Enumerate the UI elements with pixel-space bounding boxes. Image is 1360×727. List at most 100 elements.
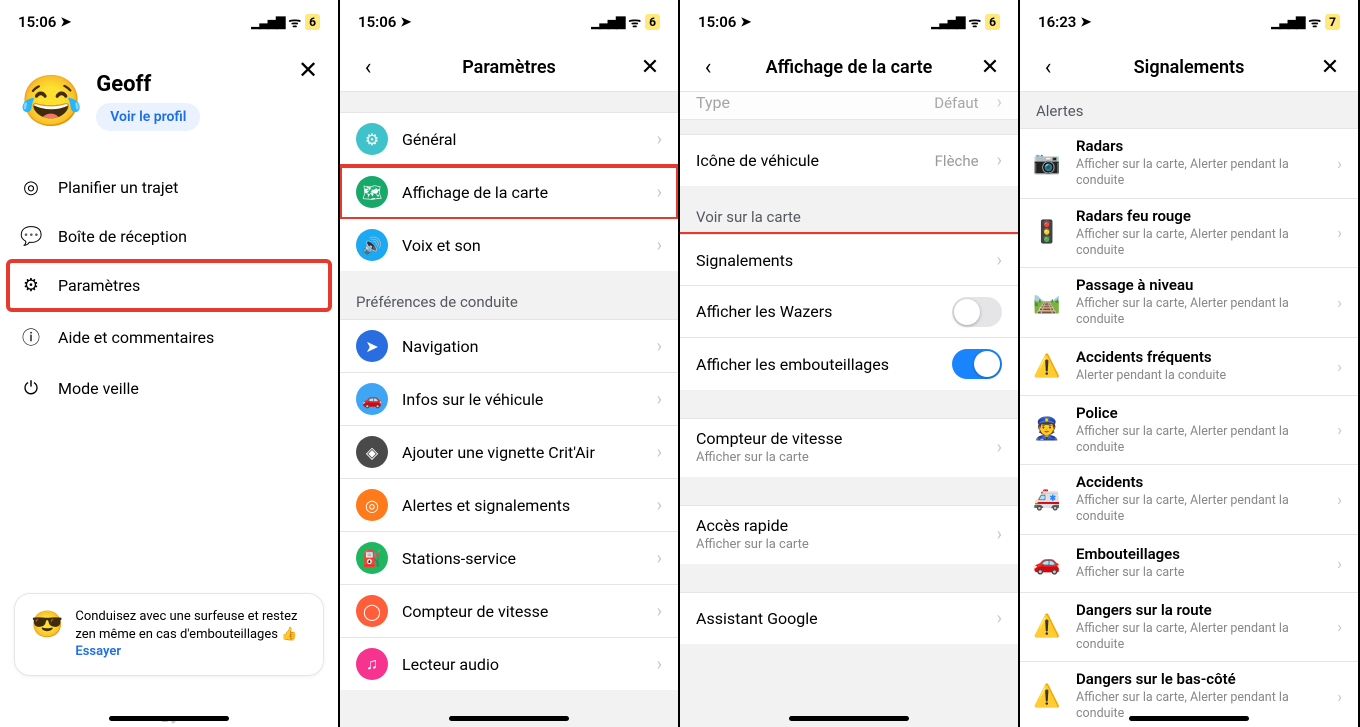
home-indicator[interactable] — [1129, 716, 1249, 721]
settings-icon: ⚙ — [20, 275, 42, 296]
chevron-right-icon: › — [657, 129, 662, 150]
row-voice-sound[interactable]: 🔊 Voix et son › — [340, 219, 678, 271]
signal-icon: ▁▃▅▇ — [251, 15, 284, 29]
menu-sleep-mode[interactable]: ⏻ Mode veille — [0, 364, 338, 413]
row-critair[interactable]: ◈ Ajouter une vignette Crit'Air › — [340, 426, 678, 479]
toggle-show-wazers[interactable] — [952, 297, 1002, 327]
close-button[interactable]: ✕ — [294, 56, 322, 84]
chevron-right-icon: › — [657, 336, 662, 357]
row-quick-access[interactable]: Accès rapide Afficher sur la carte › — [680, 505, 1018, 564]
row-vehicle-info[interactable]: 🚗 Infos sur le véhicule › — [340, 373, 678, 426]
row-label: Compteur de vitesse — [402, 602, 643, 621]
car-icon: 🚗 — [356, 383, 388, 415]
signal-icon: ▁▃▅▇ — [1271, 15, 1304, 29]
chevron-right-icon: › — [657, 654, 662, 675]
location-icon: ➤ — [60, 15, 71, 30]
row-general[interactable]: ⚙ Général › — [340, 112, 678, 166]
menu-plan-trip[interactable]: ◎ Planifier un trajet — [0, 163, 338, 212]
row-label: Afficher les embouteillages — [696, 355, 938, 374]
fuel-icon: ⛽ — [356, 542, 388, 574]
row-map-type[interactable]: Type Défaut › — [680, 92, 1018, 120]
chevron-right-icon: › — [657, 235, 662, 256]
row-assistant-google[interactable]: Assistant Google › — [680, 592, 1018, 644]
status-bar: 15:06 ➤ ▁▃▅▇ ᯤ 6 — [680, 0, 1018, 44]
toggle-show-traffic[interactable] — [952, 349, 1002, 379]
row-passage-niveau[interactable]: 🛤️ Passage à niveauAfficher sur la carte… — [1020, 268, 1358, 338]
row-navigation[interactable]: ➤ Navigation › — [340, 319, 678, 373]
nav-row: ‹ Signalements ✕ — [1020, 44, 1358, 92]
menu-help[interactable]: ⓘ Aide et commentaires — [0, 310, 338, 364]
chevron-right-icon: › — [1337, 420, 1342, 439]
row-label: Icône de véhicule — [696, 151, 921, 170]
home-indicator[interactable] — [449, 716, 569, 721]
traffic-jam-icon: 🚗 — [1032, 548, 1062, 578]
chevron-right-icon: › — [1337, 490, 1342, 509]
chevron-right-icon: › — [997, 92, 1002, 113]
row-label: Assistant Google — [696, 609, 983, 628]
row-fuel-stations[interactable]: ⛽ Stations-service › — [340, 532, 678, 585]
screen-reports-alerts: 16:23 ➤ ▁▃▅▇ ᯤ 7 ‹ Signalements ✕ Alerte… — [1020, 0, 1360, 727]
menu-settings[interactable]: ⚙ Paramètres — [8, 261, 330, 310]
traffic-light-icon: 🚦 — [1032, 218, 1062, 248]
chevron-right-icon: › — [1337, 154, 1342, 173]
menu-inbox[interactable]: 💬 Boîte de réception — [0, 212, 338, 261]
row-alerts[interactable]: ◎ Alertes et signalements › — [340, 479, 678, 532]
back-button[interactable]: ‹ — [1034, 54, 1062, 82]
row-map-display[interactable]: 🗺 Affichage de la carte › — [340, 166, 678, 219]
promo-try-link[interactable]: Essayer — [75, 644, 121, 659]
row-label: Radars feu rouge — [1076, 207, 1323, 225]
row-audio-player[interactable]: ♫ Lecteur audio › — [340, 638, 678, 690]
row-value: Flèche — [935, 152, 979, 170]
profile-block: 😂 Geoff Voir le profil — [0, 44, 338, 149]
close-button[interactable]: ✕ — [636, 54, 664, 82]
close-button[interactable]: ✕ — [976, 54, 1004, 82]
page-title: Affichage de la carte — [766, 57, 933, 78]
row-label: Accès rapide — [696, 516, 983, 535]
chevron-right-icon: › — [997, 437, 1002, 458]
row-speedometer[interactable]: Compteur de vitesse Afficher sur la cart… — [680, 418, 1018, 477]
row-radars[interactable]: 📷 RadarsAfficher sur la carte, Alerter p… — [1020, 128, 1358, 199]
profile-name: Geoff — [96, 72, 200, 97]
location-icon: ➤ — [400, 15, 411, 30]
chevron-right-icon: › — [657, 182, 662, 203]
menu-label: Planifier un trajet — [58, 178, 178, 197]
chevron-right-icon: › — [997, 150, 1002, 171]
row-speedometer[interactable]: ◯ Compteur de vitesse › — [340, 585, 678, 638]
back-button[interactable]: ‹ — [354, 54, 382, 82]
chevron-right-icon: › — [1337, 554, 1342, 573]
row-label: Accidents fréquents — [1076, 348, 1323, 366]
row-dangers-route[interactable]: ⚠️ Dangers sur la routeAfficher sur la c… — [1020, 593, 1358, 663]
row-reports[interactable]: Signalements › — [680, 234, 1018, 286]
row-show-traffic[interactable]: Afficher les embouteillages — [680, 338, 1018, 390]
view-profile-button[interactable]: Voir le profil — [96, 103, 200, 131]
back-button[interactable]: ‹ — [694, 54, 722, 82]
chevron-right-icon: › — [1337, 223, 1342, 242]
music-icon: ♫ — [356, 648, 388, 680]
row-accidents-frequents[interactable]: ⚠️ Accidents fréquentsAlerter pendant la… — [1020, 338, 1358, 396]
home-indicator[interactable] — [109, 716, 229, 721]
row-police[interactable]: 👮 PoliceAfficher sur la carte, Alerter p… — [1020, 396, 1358, 466]
row-vehicle-icon[interactable]: Icône de véhicule Flèche › — [680, 134, 1018, 186]
promo-emoji: 😎 — [31, 608, 63, 643]
row-accidents[interactable]: 🚑 AccidentsAfficher sur la carte, Alerte… — [1020, 465, 1358, 535]
row-show-wazers[interactable]: Afficher les Wazers — [680, 286, 1018, 338]
close-button[interactable]: ✕ — [1316, 54, 1344, 82]
row-sub: Alerter pendant la conduite — [1076, 368, 1323, 384]
chevron-right-icon: › — [657, 601, 662, 622]
home-indicator[interactable] — [789, 716, 909, 721]
location-icon: ➤ — [740, 15, 751, 30]
row-radars-feu-rouge[interactable]: 🚦 Radars feu rougeAfficher sur la carte,… — [1020, 199, 1358, 269]
signal-icon: ▁▃▅▇ — [591, 15, 624, 29]
navigation-icon: ➤ — [356, 330, 388, 362]
chevron-right-icon: › — [657, 548, 662, 569]
promo-card[interactable]: 😎 Conduisez avec une surfeuse et restez … — [14, 593, 324, 676]
railroad-icon: 🛤️ — [1032, 287, 1062, 317]
row-embouteillages[interactable]: 🚗 EmbouteillagesAfficher sur la carte › — [1020, 535, 1358, 593]
alert-icon: ◎ — [356, 489, 388, 521]
radar-icon: 📷 — [1032, 148, 1062, 178]
row-label: Alertes et signalements — [402, 496, 643, 515]
wifi-icon: ᯤ — [628, 13, 641, 32]
menu-label: Paramètres — [58, 276, 140, 295]
wifi-icon: ᯤ — [288, 13, 301, 32]
chevron-right-icon: › — [1337, 687, 1342, 706]
